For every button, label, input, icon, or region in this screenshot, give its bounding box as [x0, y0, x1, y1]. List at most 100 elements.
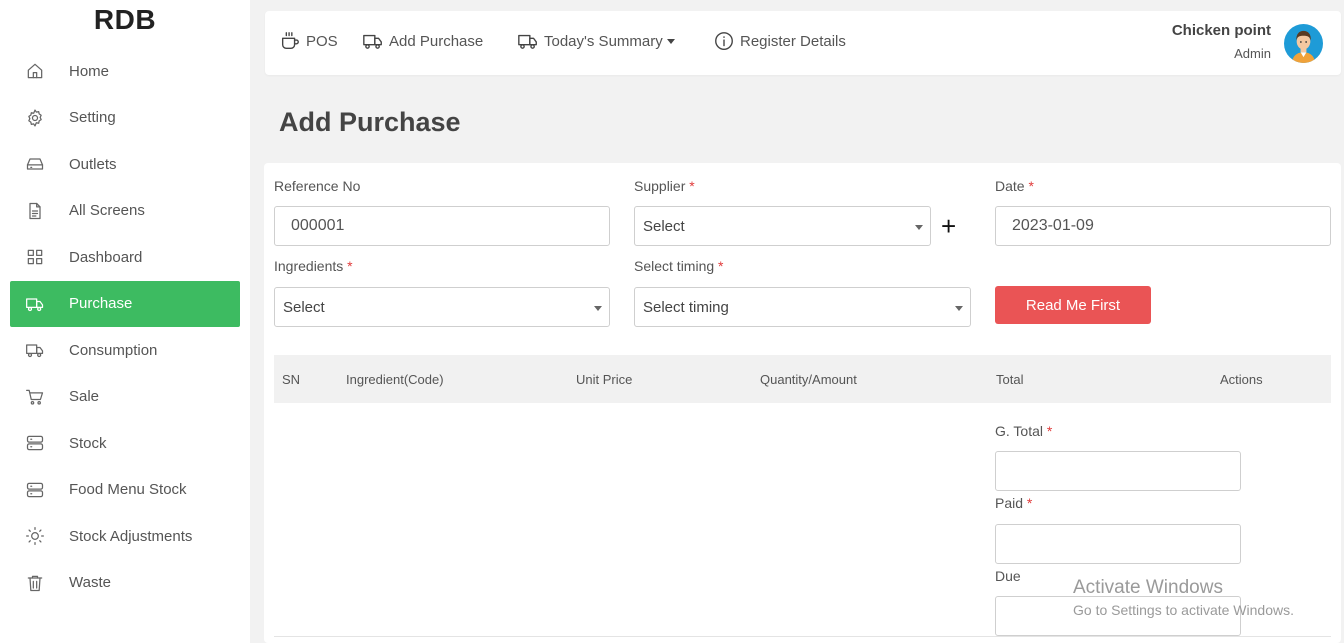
required-mark: * [1046, 423, 1053, 439]
sidebar-item-home[interactable]: Home [10, 48, 240, 95]
sidebar-item-sale[interactable]: Sale [10, 374, 240, 421]
sidebar-item-dashboard[interactable]: Dashboard [10, 234, 240, 281]
sidebar-item-label: Purchase [69, 295, 133, 313]
pos-link[interactable]: POS [279, 30, 338, 52]
sidebar-item-food-menu-stock[interactable]: Food Menu Stock [10, 467, 240, 514]
document-icon [24, 200, 46, 222]
sun-icon [24, 525, 46, 547]
divider [274, 636, 1331, 637]
server-icon [24, 432, 46, 454]
home-icon [24, 60, 46, 82]
due-label: Due [995, 568, 1021, 584]
timing-select[interactable]: Select timing [634, 287, 971, 327]
column-header-sn: SN [282, 372, 301, 387]
sidebar-nav: Home Setting Outlets All Screens Dashboa… [10, 48, 240, 606]
column-header-actions: Actions [1220, 372, 1263, 387]
grand-total-input[interactable] [995, 451, 1241, 491]
table-header: SN Ingredient(Code) Unit Price Quantity/… [274, 355, 1331, 403]
user-name: Chicken point [1171, 22, 1271, 39]
grand-total-label: G. Total * [995, 423, 1052, 439]
ingredients-label-text: Ingredients [274, 258, 344, 274]
todays-summary-label: Today's Summary [544, 32, 663, 50]
column-header-total: Total [996, 372, 1024, 387]
sidebar-item-label: Food Menu Stock [69, 481, 187, 499]
sidebar-item-label: All Screens [69, 202, 145, 220]
sidebar-item-stock[interactable]: Stock [10, 420, 240, 467]
sidebar-item-label: Home [69, 62, 110, 80]
read-me-first-button[interactable]: Read Me First [995, 286, 1151, 324]
sidebar-item-waste[interactable]: Waste [10, 560, 240, 607]
drive-icon [24, 153, 46, 175]
reference-no-input[interactable]: 000001 [274, 206, 610, 246]
sidebar-item-label: Stock Adjustments [69, 527, 193, 545]
sidebar-item-purchase[interactable]: Purchase [10, 280, 240, 327]
page-title: Add Purchase [279, 107, 461, 137]
reference-no-label-text: Reference No [274, 178, 361, 194]
add-supplier-button[interactable]: + [941, 213, 956, 239]
date-label: Date * [995, 178, 1034, 194]
add-purchase-label: Add Purchase [389, 32, 484, 50]
grid-icon [24, 246, 46, 268]
due-label-text: Due [995, 568, 1021, 584]
gear-icon [24, 107, 46, 129]
dropdown-arrow-icon [955, 306, 963, 311]
dropdown-arrow-icon [594, 306, 602, 311]
supplier-label-text: Supplier [634, 178, 686, 194]
register-details-label: Register Details [740, 32, 846, 50]
date-label-text: Date [995, 178, 1025, 194]
sidebar-item-label: Setting [69, 109, 116, 127]
sidebar-item-all-screens[interactable]: All Screens [10, 188, 240, 235]
supplier-label: Supplier * [634, 178, 695, 194]
sidebar-item-label: Stock [69, 434, 107, 452]
sidebar-item-label: Outlets [69, 155, 117, 173]
sidebar-item-label: Sale [69, 388, 100, 406]
sidebar-item-stock-adjustments[interactable]: Stock Adjustments [10, 513, 240, 560]
brand-logo[interactable]: RDB [0, 4, 250, 36]
required-mark: * [347, 258, 353, 274]
user-role: Admin [1234, 46, 1271, 61]
avatar[interactable] [1284, 24, 1323, 63]
timing-select-value: Select timing [643, 298, 729, 316]
column-header-quantity: Quantity/Amount [760, 372, 857, 387]
activate-windows-title: Activate Windows [1073, 577, 1223, 598]
date-value: 2023-01-09 [1012, 217, 1094, 234]
sidebar-item-label: Consumption [69, 341, 158, 359]
truck-icon [24, 293, 46, 315]
truck-icon [518, 34, 537, 49]
user-avatar-icon [1291, 30, 1316, 63]
server-icon [24, 479, 46, 501]
sidebar-item-outlets[interactable]: Outlets [10, 141, 240, 188]
todays-summary-dropdown[interactable]: Today's Summary [517, 30, 675, 52]
reference-no-value: 000001 [291, 217, 345, 234]
register-details-link[interactable]: Register Details [713, 30, 846, 52]
timing-label-text: Select timing [634, 258, 715, 274]
supplier-select-value: Select [643, 217, 685, 235]
sidebar-item-label: Dashboard [69, 248, 143, 266]
top-navbar: POS Add Purchase Today's Summary Registe… [265, 11, 1341, 75]
required-mark: * [1028, 178, 1034, 194]
column-header-unit-price: Unit Price [576, 372, 633, 387]
dropdown-arrow-icon [915, 225, 923, 230]
paid-input[interactable] [995, 524, 1241, 564]
paid-label: Paid * [995, 495, 1032, 511]
paid-label-text: Paid [995, 495, 1024, 511]
activate-windows-subtitle: Go to Settings to activate Windows. [1073, 602, 1294, 618]
reference-no-label: Reference No [274, 178, 360, 194]
sidebar: RDB Home Setting Outlets All Screens Das… [0, 0, 250, 643]
coffee-icon [281, 32, 299, 50]
sidebar-item-consumption[interactable]: Consumption [10, 327, 240, 374]
date-input[interactable]: 2023-01-09 [995, 206, 1331, 246]
required-mark: * [1026, 495, 1033, 511]
cart-icon [24, 386, 46, 408]
sidebar-item-label: Waste [69, 574, 111, 592]
ingredients-select[interactable]: Select [274, 287, 610, 327]
sidebar-item-setting[interactable]: Setting [10, 95, 240, 142]
required-mark: * [718, 258, 724, 274]
chevron-down-icon [666, 38, 675, 44]
supplier-select[interactable]: Select [634, 206, 931, 246]
timing-label: Select timing * [634, 258, 724, 274]
column-header-ingredient: Ingredient(Code) [346, 372, 444, 387]
required-mark: * [689, 178, 695, 194]
add-purchase-link[interactable]: Add Purchase [362, 30, 483, 52]
trash-icon [24, 572, 46, 594]
